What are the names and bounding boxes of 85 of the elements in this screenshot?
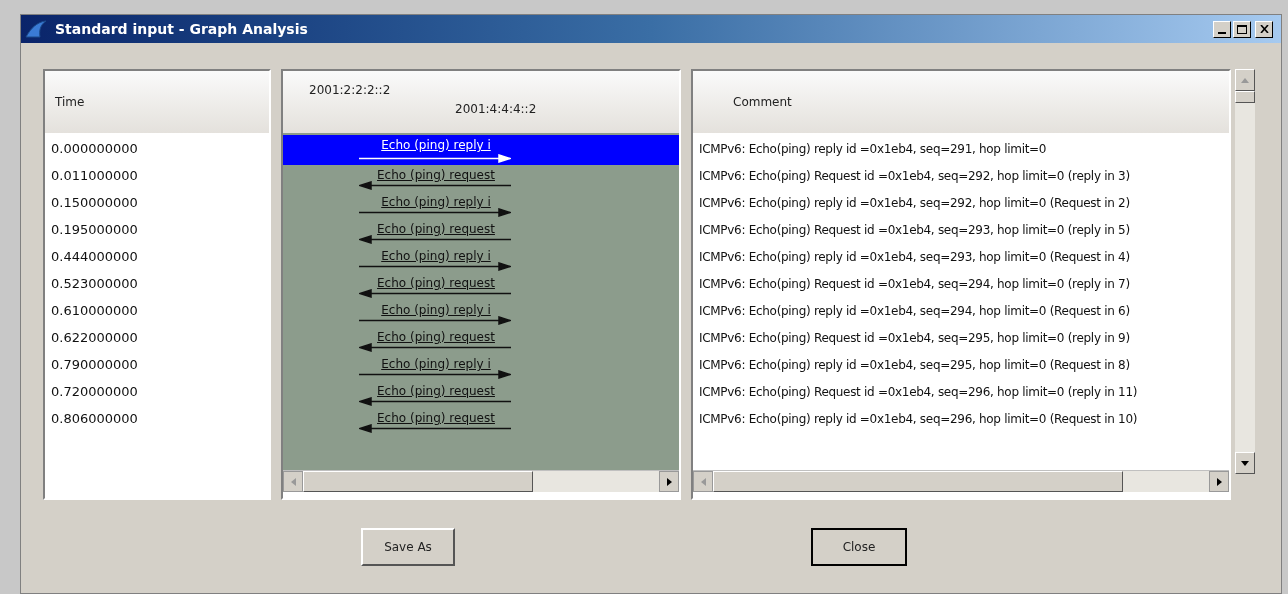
message-row[interactable]: Echo (ping) request <box>283 165 679 192</box>
scroll-down-button[interactable] <box>1235 452 1255 474</box>
left-arrow-icon <box>700 477 706 486</box>
close-icon <box>1259 25 1269 33</box>
message-row[interactable]: Echo (ping) reply i <box>283 300 679 327</box>
right-arrow-icon <box>359 154 511 163</box>
message-row[interactable]: Echo (ping) reply i <box>283 192 679 219</box>
comment-cell-text: ICMPv6: Echo(ping) Request id =0x1eb4, seq=295, hop limit=0 (reply in 9) <box>698 329 1131 347</box>
message-label: Echo (ping) reply i <box>380 194 492 211</box>
scroll-thumb[interactable] <box>303 471 533 492</box>
comment-cell-text: ICMPv6: Echo(ping) Request id =0x1eb4, seq=292, hop limit=0 (reply in 3) <box>698 167 1131 185</box>
comment-cell-text: ICMPv6: Echo(ping) Request id =0x1eb4, seq=296, hop limit=0 (reply in 11) <box>698 383 1139 401</box>
left-arrow-icon <box>290 477 296 486</box>
message-row[interactable]: Echo (ping) request <box>283 408 679 435</box>
window-title: Standard input - Graph Analysis <box>55 19 308 39</box>
host-address: 2001:2:2:2::2 <box>309 82 391 99</box>
right-arrow-icon <box>1216 477 1222 486</box>
message-label: Echo (ping) request <box>376 383 496 400</box>
comment-cell-text: ICMPv6: Echo(ping) reply id =0x1eb4, seq=295, hop limit=0 (Request in 8) <box>698 356 1131 374</box>
message-label: Echo (ping) request <box>376 221 496 238</box>
time-cell-text: 0.622000000 <box>50 328 139 347</box>
maximize-button[interactable] <box>1233 20 1251 38</box>
host-address: 2001:4:4:4::2 <box>455 101 537 118</box>
message-label: Echo (ping) request <box>376 167 496 184</box>
left-arrow-icon <box>359 289 511 298</box>
time-cell-text: 0.195000000 <box>50 220 139 239</box>
scroll-thumb[interactable] <box>1235 91 1255 103</box>
left-arrow-icon <box>359 181 511 190</box>
scroll-right-button[interactable] <box>659 471 679 492</box>
message-row[interactable]: Echo (ping) reply i <box>283 354 679 381</box>
time-cell-text: 0.000000000 <box>50 139 139 158</box>
minimize-icon <box>1218 31 1226 34</box>
left-arrow-icon <box>359 424 511 433</box>
right-arrow-icon <box>359 316 511 325</box>
message-row[interactable]: Echo (ping) reply i <box>283 135 679 165</box>
header-text: Comment <box>733 94 792 111</box>
message-label: Echo (ping) request <box>376 275 496 292</box>
message-row[interactable]: Echo (ping) request <box>283 381 679 408</box>
comment-cell-text: ICMPv6: Echo(ping) reply id =0x1eb4, seq=292, hop limit=0 (Request in 2) <box>698 194 1131 212</box>
close-button[interactable]: Close <box>811 528 907 566</box>
message-label: Echo (ping) request <box>376 329 496 346</box>
scroll-thumb[interactable] <box>713 471 1123 492</box>
comment-cell-text: ICMPv6: Echo(ping) Request id =0x1eb4, seq=294, hop limit=0 (reply in 7) <box>698 275 1131 293</box>
message-row[interactable]: Echo (ping) request <box>283 219 679 246</box>
message-label: Echo (ping) request <box>376 410 496 427</box>
maximize-icon <box>1237 24 1247 34</box>
message-row[interactable]: Echo (ping) reply i <box>283 246 679 273</box>
comment-cell-text: ICMPv6: Echo(ping) reply id =0x1eb4, seq=293, hop limit=0 (Request in 4) <box>698 248 1131 266</box>
comment-cell-text: ICMPv6: Echo(ping) reply id =0x1eb4, seq=294, hop limit=0 (Request in 6) <box>698 302 1131 320</box>
close-window-button[interactable] <box>1255 20 1273 38</box>
left-arrow-icon <box>359 397 511 406</box>
right-arrow-icon <box>666 477 672 486</box>
scroll-right-button[interactable] <box>1209 471 1229 492</box>
app-icon <box>25 20 47 38</box>
message-label: Echo (ping) reply i <box>380 356 492 373</box>
message-row[interactable]: Echo (ping) request <box>283 273 679 300</box>
left-arrow-icon <box>359 235 511 244</box>
comment-cell-text: ICMPv6: Echo(ping) reply id =0x1eb4, seq=291, hop limit=0 <box>698 140 1048 158</box>
time-cell-text: 0.523000000 <box>50 274 139 293</box>
scroll-up-button[interactable] <box>1235 69 1255 91</box>
time-cell-text: 0.790000000 <box>50 355 139 374</box>
left-arrow-icon <box>359 343 511 352</box>
comment-cell-text: ICMPv6: Echo(ping) reply id =0x1eb4, seq=296, hop limit=0 (Request in 10) <box>698 410 1139 428</box>
header-text: Time <box>55 94 85 111</box>
message-label: Echo (ping) reply i <box>380 248 492 265</box>
comment-cell-text: ICMPv6: Echo(ping) Request id =0x1eb4, seq=293, hop limit=0 (reply in 5) <box>698 221 1131 239</box>
up-arrow-icon <box>1241 77 1249 83</box>
right-arrow-icon <box>359 208 511 217</box>
time-cell-text: 0.720000000 <box>50 382 139 401</box>
message-label: Echo (ping) reply i <box>380 302 492 319</box>
time-cell-text: 0.806000000 <box>50 409 139 428</box>
right-arrow-icon <box>359 262 511 271</box>
vertical-scrollbar[interactable] <box>1235 69 1255 474</box>
time-cell-text: 0.610000000 <box>50 301 139 320</box>
horizontal-scrollbar[interactable] <box>693 470 1229 492</box>
horizontal-scrollbar[interactable] <box>283 470 679 492</box>
message-row[interactable]: Echo (ping) request <box>283 327 679 354</box>
down-arrow-icon <box>1241 460 1249 466</box>
time-cell-text: 0.444000000 <box>50 247 139 266</box>
message-label: Echo (ping) reply i <box>380 137 492 154</box>
time-cell-text: 0.011000000 <box>50 166 139 185</box>
minimize-button[interactable] <box>1213 20 1231 38</box>
save-as-button[interactable]: Save As <box>361 528 455 566</box>
time-cell-text: 0.150000000 <box>50 193 139 212</box>
right-arrow-icon <box>359 370 511 379</box>
